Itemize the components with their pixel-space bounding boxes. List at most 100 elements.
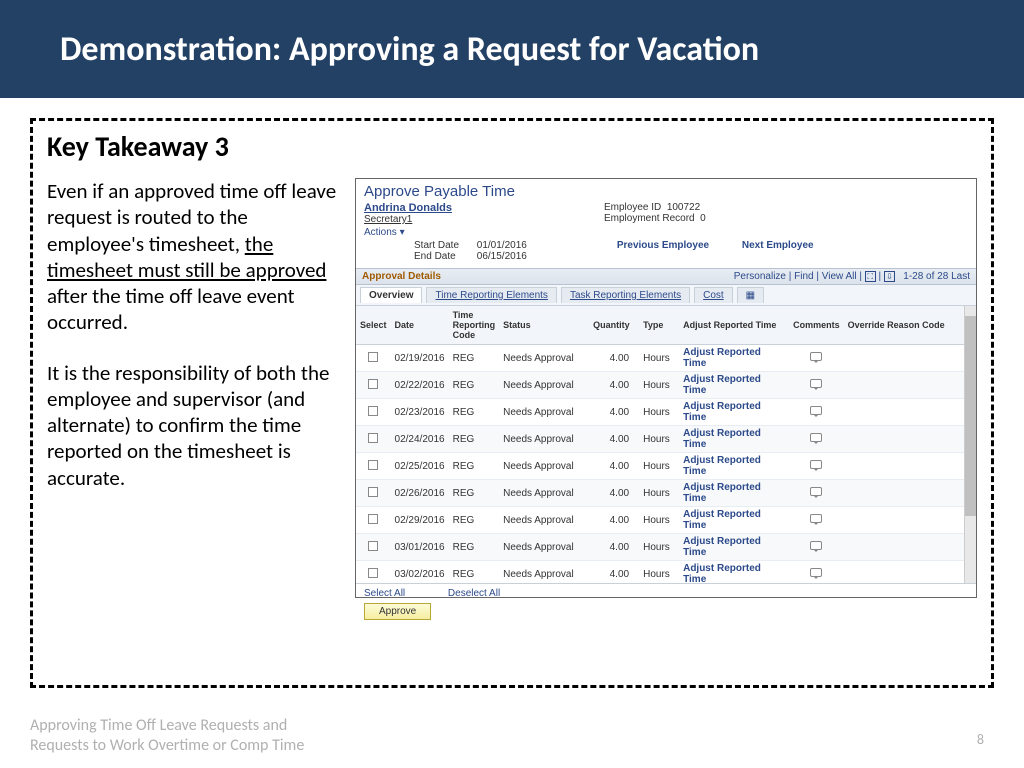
row-checkbox[interactable] <box>368 487 378 497</box>
tab-task-reporting[interactable]: Task Reporting Elements <box>561 287 690 303</box>
page-number: 8 <box>977 731 984 748</box>
cell-date: 02/23/2016 <box>391 399 449 426</box>
adjust-reported-time-link[interactable]: Adjust Reported Time <box>683 401 761 423</box>
tab-overview[interactable]: Overview <box>360 287 422 303</box>
cell-type: Hours <box>639 507 679 534</box>
col-trc: Time Reporting Code <box>449 306 500 345</box>
view-all-link[interactable]: View All <box>822 271 857 282</box>
cell-qty: 4.00 <box>589 372 639 399</box>
end-date-value: 06/15/2016 <box>477 251 527 262</box>
comment-icon[interactable] <box>810 460 822 469</box>
tab-show-all[interactable]: ▦ <box>737 287 764 303</box>
col-date: Date <box>391 306 449 345</box>
tab-cost[interactable]: Cost <box>694 287 733 303</box>
comment-icon[interactable] <box>810 406 822 415</box>
row-checkbox[interactable] <box>368 568 378 578</box>
emp-id-value: 100722 <box>667 202 700 213</box>
comment-icon[interactable] <box>810 568 822 577</box>
personalize-link[interactable]: Personalize <box>734 271 786 282</box>
cell-override <box>844 480 976 507</box>
approval-details-label: Approval Details <box>362 271 441 282</box>
deselect-all-link[interactable]: Deselect All <box>448 588 500 599</box>
cell-qty: 4.00 <box>589 561 639 585</box>
table-row: 02/22/2016REGNeeds Approval4.00HoursAdju… <box>356 372 976 399</box>
takeaway-p1b: after the time off leave event occurred. <box>47 283 295 335</box>
tab-time-reporting[interactable]: Time Reporting Elements <box>426 287 556 303</box>
cell-date: 03/01/2016 <box>391 534 449 561</box>
cell-override <box>844 426 976 453</box>
adjust-reported-time-link[interactable]: Adjust Reported Time <box>683 563 761 584</box>
adjust-reported-time-link[interactable]: Adjust Reported Time <box>683 536 761 558</box>
adjust-reported-time-link[interactable]: Adjust Reported Time <box>683 455 761 477</box>
adjust-reported-time-link[interactable]: Adjust Reported Time <box>683 428 761 450</box>
table-row: 03/02/2016REGNeeds Approval4.00HoursAdju… <box>356 561 976 585</box>
emp-id-label: Employee ID <box>604 202 661 213</box>
row-checkbox[interactable] <box>368 352 378 362</box>
row-checkbox[interactable] <box>368 433 378 443</box>
cell-date: 02/25/2016 <box>391 453 449 480</box>
table-row: 02/24/2016REGNeeds Approval4.00HoursAdju… <box>356 426 976 453</box>
comment-icon[interactable] <box>810 541 822 550</box>
comment-icon[interactable] <box>810 487 822 496</box>
adjust-reported-time-link[interactable]: Adjust Reported Time <box>683 482 761 504</box>
cell-type: Hours <box>639 453 679 480</box>
cell-status: Needs Approval <box>499 507 589 534</box>
table-row: 02/19/2016REGNeeds Approval4.00HoursAdju… <box>356 345 976 372</box>
footer-line2: Requests to Work Overtime or Comp Time <box>30 736 304 756</box>
comment-icon[interactable] <box>810 514 822 523</box>
col-status: Status <box>499 306 589 345</box>
select-all-link[interactable]: Select All <box>364 588 405 599</box>
cell-trc: REG <box>449 507 500 534</box>
cell-trc: REG <box>449 372 500 399</box>
slide-footer: Approving Time Off Leave Requests and Re… <box>30 716 304 756</box>
cell-trc: REG <box>449 534 500 561</box>
cell-type: Hours <box>639 480 679 507</box>
comment-icon[interactable] <box>810 379 822 388</box>
cell-qty: 4.00 <box>589 453 639 480</box>
col-select: Select <box>356 306 391 345</box>
col-comments: Comments <box>789 306 844 345</box>
row-checkbox[interactable] <box>368 541 378 551</box>
cell-date: 03/02/2016 <box>391 561 449 585</box>
adjust-reported-time-link[interactable]: Adjust Reported Time <box>683 374 761 396</box>
cell-status: Needs Approval <box>499 345 589 372</box>
comment-icon[interactable] <box>810 433 822 442</box>
download-icon[interactable]: ⇩ <box>884 271 895 282</box>
table-row: 03/01/2016REGNeeds Approval4.00HoursAdju… <box>356 534 976 561</box>
col-adjust: Adjust Reported Time <box>679 306 789 345</box>
slide-title: Demonstration: Approving a Request for V… <box>60 29 759 70</box>
last-link[interactable]: Last <box>951 271 970 282</box>
employee-name-link[interactable]: Andrina Donalds <box>364 202 604 214</box>
row-checkbox[interactable] <box>368 514 378 524</box>
cell-status: Needs Approval <box>499 399 589 426</box>
cell-status: Needs Approval <box>499 453 589 480</box>
cell-qty: 4.00 <box>589 507 639 534</box>
app-screenshot: Approve Payable Time Andrina Donalds Sec… <box>355 178 977 598</box>
footer-line1: Approving Time Off Leave Requests and <box>30 716 304 736</box>
adjust-reported-time-link[interactable]: Adjust Reported Time <box>683 509 761 531</box>
cell-trc: REG <box>449 480 500 507</box>
adjust-reported-time-link[interactable]: Adjust Reported Time <box>683 347 761 369</box>
next-employee-link[interactable]: Next Employee <box>742 240 814 251</box>
cell-override <box>844 399 976 426</box>
actions-menu[interactable]: Actions ▾ <box>364 227 604 238</box>
zoom-icon[interactable]: ⛶ <box>865 271 876 282</box>
row-checkbox[interactable] <box>368 460 378 470</box>
emp-rec-label: Employment Record <box>604 213 695 224</box>
cell-qty: 4.00 <box>589 399 639 426</box>
grid-scrollbar[interactable] <box>964 306 976 583</box>
page-title: Approve Payable Time <box>364 183 968 200</box>
row-checkbox[interactable] <box>368 379 378 389</box>
payable-time-grid: Select Date Time Reporting Code Status Q… <box>356 306 976 584</box>
cell-date: 02/22/2016 <box>391 372 449 399</box>
cell-date: 02/19/2016 <box>391 345 449 372</box>
find-link[interactable]: Find <box>794 271 813 282</box>
approve-button[interactable]: Approve <box>364 603 431 620</box>
row-checkbox[interactable] <box>368 406 378 416</box>
cell-status: Needs Approval <box>499 372 589 399</box>
comment-icon[interactable] <box>810 352 822 361</box>
previous-employee-link[interactable]: Previous Employee <box>617 240 709 251</box>
cell-type: Hours <box>639 534 679 561</box>
cell-status: Needs Approval <box>499 561 589 585</box>
cell-type: Hours <box>639 372 679 399</box>
